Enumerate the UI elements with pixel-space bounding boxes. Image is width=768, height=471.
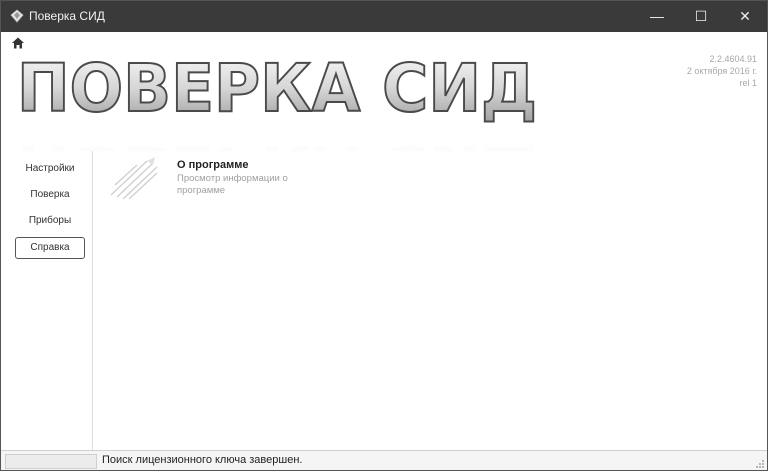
window-title: Поверка СИД (29, 9, 105, 23)
home-icon[interactable] (11, 36, 25, 50)
about-item-description: Просмотр информации о программе (177, 173, 288, 196)
sidebar-item-help[interactable]: Справка (15, 237, 85, 259)
svg-text:ПОВЕРКА СИД: ПОВЕРКА СИД (17, 137, 537, 151)
app-logo: ПОВЕРКА СИД ПОВЕРКА СИД (16, 51, 538, 151)
sidebar-item-devices[interactable]: Приборы (15, 210, 85, 232)
version-release: rel 1 (739, 78, 757, 88)
title-bar[interactable]: Поверка СИД — ☐ ✕ (1, 1, 767, 32)
status-progress-box (5, 454, 97, 469)
sidebar-item-verification[interactable]: Поверка (15, 184, 85, 206)
sidebar: Настройки Поверка Приборы Справка (5, 151, 93, 451)
resize-grip-icon[interactable] (755, 459, 765, 469)
app-icon (10, 9, 24, 23)
maximize-button[interactable]: ☐ (679, 1, 723, 32)
status-text: Поиск лицензионного ключа завершен. (102, 454, 303, 466)
app-window: Поверка СИД — ☐ ✕ ПОВЕРКА СИД ПОВЕРКА СИ… (0, 0, 768, 471)
svg-text:ПОВЕРКА СИД: ПОВЕРКА СИД (17, 51, 537, 127)
version-date: 2 октября 2016 г. (686, 66, 757, 76)
status-bar: Поиск лицензионного ключа завершен. (1, 450, 767, 470)
close-button[interactable]: ✕ (723, 1, 767, 32)
info-document-icon[interactable] (107, 155, 165, 203)
sidebar-item-settings[interactable]: Настройки (15, 158, 85, 180)
version-info: 2.2.4604.91 2 октября 2016 г. rel 1 (687, 53, 757, 89)
about-item-title[interactable]: О программе (177, 159, 249, 171)
minimize-button[interactable]: — (635, 1, 679, 32)
version-number: 2.2.4604.91 (709, 54, 757, 64)
